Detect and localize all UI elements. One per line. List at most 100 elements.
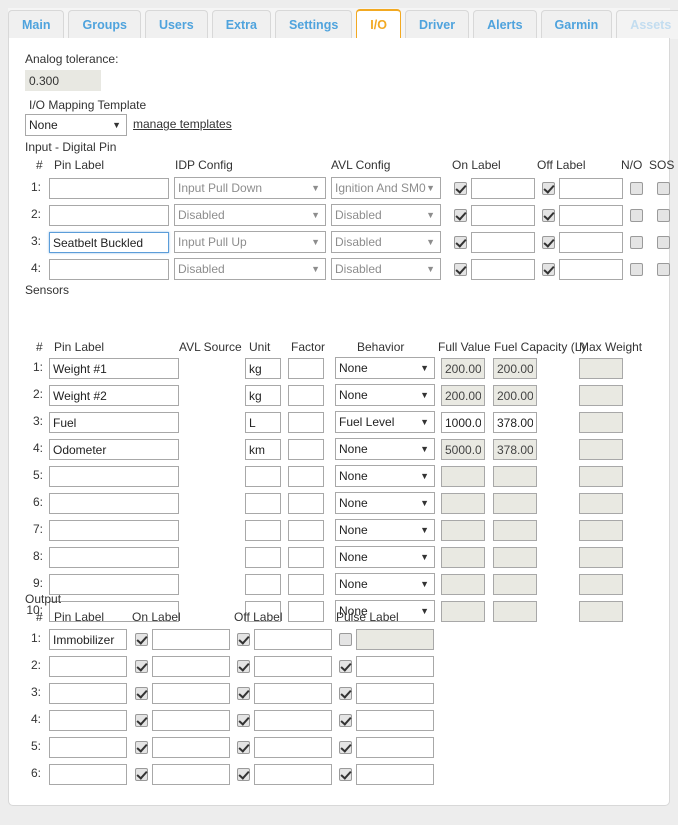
digital-on-label-checkbox[interactable]	[454, 209, 467, 223]
sensors-factor-input[interactable]	[288, 520, 324, 541]
tab-i-o[interactable]: I/O	[356, 9, 401, 39]
sensors-factor-input[interactable]	[288, 601, 324, 622]
digital-on-label-input[interactable]	[471, 205, 535, 226]
sensors-max-weight-input[interactable]	[579, 466, 623, 487]
output-on-label-checkbox[interactable]	[135, 633, 148, 647]
output-pulse-label-input[interactable]	[356, 737, 434, 758]
output-pulse-label-checkbox[interactable]	[339, 768, 352, 782]
tab-garmin[interactable]: Garmin	[540, 10, 613, 39]
output-off-label-checkbox[interactable]	[237, 714, 250, 728]
digital-on-label-checkbox[interactable]	[454, 236, 467, 250]
analog-tolerance-input[interactable]	[25, 70, 101, 91]
digital-on-label-checkbox[interactable]	[454, 182, 467, 196]
sensors-factor-input[interactable]	[288, 385, 324, 406]
digital-avl-config-select[interactable]: Disabled	[331, 204, 441, 226]
digital-off-label-checkbox[interactable]	[542, 236, 555, 250]
sensors-unit-input[interactable]	[245, 520, 281, 541]
digital-on-label-input[interactable]	[471, 178, 535, 199]
sensors-max-weight-input[interactable]	[579, 358, 623, 379]
sensors-behavior-select[interactable]: None	[335, 573, 435, 595]
digital-pin-label-input[interactable]	[49, 205, 169, 226]
output-off-label-checkbox[interactable]	[237, 768, 250, 782]
sensors-full-value-input[interactable]	[441, 385, 485, 406]
sensors-max-weight-input[interactable]	[579, 520, 623, 541]
output-on-label-checkbox[interactable]	[135, 741, 148, 755]
output-on-label-input[interactable]	[152, 764, 230, 785]
sensors-behavior-select[interactable]: None	[335, 519, 435, 541]
output-off-label-checkbox[interactable]	[237, 633, 250, 647]
tab-settings[interactable]: Settings	[274, 10, 353, 39]
digital-on-label-input[interactable]	[471, 232, 535, 253]
output-pulse-label-checkbox[interactable]	[339, 687, 352, 701]
sensors-pin-label-input[interactable]	[49, 358, 179, 379]
sensors-unit-input[interactable]	[245, 493, 281, 514]
output-on-label-checkbox[interactable]	[135, 687, 148, 701]
output-on-label-checkbox[interactable]	[135, 768, 148, 782]
digital-no-checkbox[interactable]	[630, 263, 643, 277]
output-pulse-label-input[interactable]	[356, 656, 434, 677]
output-off-label-input[interactable]	[254, 737, 332, 758]
sensors-unit-input[interactable]	[245, 547, 281, 568]
digital-idp-config-select[interactable]: Input Pull Up	[174, 231, 326, 253]
sensors-behavior-select[interactable]: None	[335, 384, 435, 406]
output-off-label-checkbox[interactable]	[237, 687, 250, 701]
digital-idp-config-select[interactable]: Disabled	[174, 258, 326, 280]
sensors-max-weight-input[interactable]	[579, 493, 623, 514]
output-pulse-label-checkbox[interactable]	[339, 660, 352, 674]
digital-pin-label-input[interactable]	[49, 259, 169, 280]
digital-avl-config-select[interactable]: Disabled	[331, 231, 441, 253]
digital-off-label-input[interactable]	[559, 178, 623, 199]
sensors-fuel-capacity-input[interactable]	[493, 439, 537, 460]
digital-on-label-input[interactable]	[471, 259, 535, 280]
digital-avl-config-select[interactable]: Ignition And SM0	[331, 177, 441, 199]
digital-no-checkbox[interactable]	[630, 209, 643, 223]
sensors-behavior-select[interactable]: None	[335, 492, 435, 514]
output-pulse-label-input[interactable]	[356, 710, 434, 731]
sensors-fuel-capacity-input[interactable]	[493, 493, 537, 514]
output-pulse-label-checkbox[interactable]	[339, 741, 352, 755]
output-pin-label-input[interactable]	[49, 764, 127, 785]
output-on-label-input[interactable]	[152, 683, 230, 704]
sensors-max-weight-input[interactable]	[579, 385, 623, 406]
output-pin-label-input[interactable]	[49, 656, 127, 677]
sensors-pin-label-input[interactable]	[49, 412, 179, 433]
output-pulse-label-checkbox[interactable]	[339, 633, 352, 647]
output-on-label-input[interactable]	[152, 737, 230, 758]
sensors-max-weight-input[interactable]	[579, 601, 623, 622]
tab-groups[interactable]: Groups	[68, 10, 141, 39]
sensors-max-weight-input[interactable]	[579, 547, 623, 568]
sensors-fuel-capacity-input[interactable]	[493, 547, 537, 568]
sensors-behavior-select[interactable]: None	[335, 465, 435, 487]
sensors-behavior-select[interactable]: Fuel Level	[335, 411, 435, 433]
digital-off-label-checkbox[interactable]	[542, 263, 555, 277]
sensors-max-weight-input[interactable]	[579, 439, 623, 460]
tab-alerts[interactable]: Alerts	[473, 10, 537, 39]
sensors-full-value-input[interactable]	[441, 358, 485, 379]
sensors-pin-label-input[interactable]	[49, 385, 179, 406]
output-on-label-input[interactable]	[152, 629, 230, 650]
output-pulse-label-checkbox[interactable]	[339, 714, 352, 728]
output-off-label-input[interactable]	[254, 710, 332, 731]
sensors-fuel-capacity-input[interactable]	[493, 412, 537, 433]
sensors-behavior-select[interactable]: None	[335, 438, 435, 460]
sensors-pin-label-input[interactable]	[49, 439, 179, 460]
digital-pin-label-input[interactable]	[49, 178, 169, 199]
sensors-unit-input[interactable]	[245, 412, 281, 433]
sensors-factor-input[interactable]	[288, 439, 324, 460]
sensors-fuel-capacity-input[interactable]	[493, 358, 537, 379]
output-pin-label-input[interactable]	[49, 737, 127, 758]
sensors-unit-input[interactable]	[245, 466, 281, 487]
digital-avl-config-select[interactable]: Disabled	[331, 258, 441, 280]
sensors-unit-input[interactable]	[245, 439, 281, 460]
digital-off-label-input[interactable]	[559, 259, 623, 280]
output-pin-label-input[interactable]	[49, 683, 127, 704]
tab-main[interactable]: Main	[8, 10, 65, 39]
sensors-full-value-input[interactable]	[441, 412, 485, 433]
digital-pin-label-input[interactable]	[49, 232, 169, 253]
sensors-factor-input[interactable]	[288, 466, 324, 487]
sensors-full-value-input[interactable]	[441, 493, 485, 514]
sensors-pin-label-input[interactable]	[49, 574, 179, 595]
sensors-unit-input[interactable]	[245, 385, 281, 406]
sensors-fuel-capacity-input[interactable]	[493, 574, 537, 595]
tab-extra[interactable]: Extra	[211, 10, 271, 39]
